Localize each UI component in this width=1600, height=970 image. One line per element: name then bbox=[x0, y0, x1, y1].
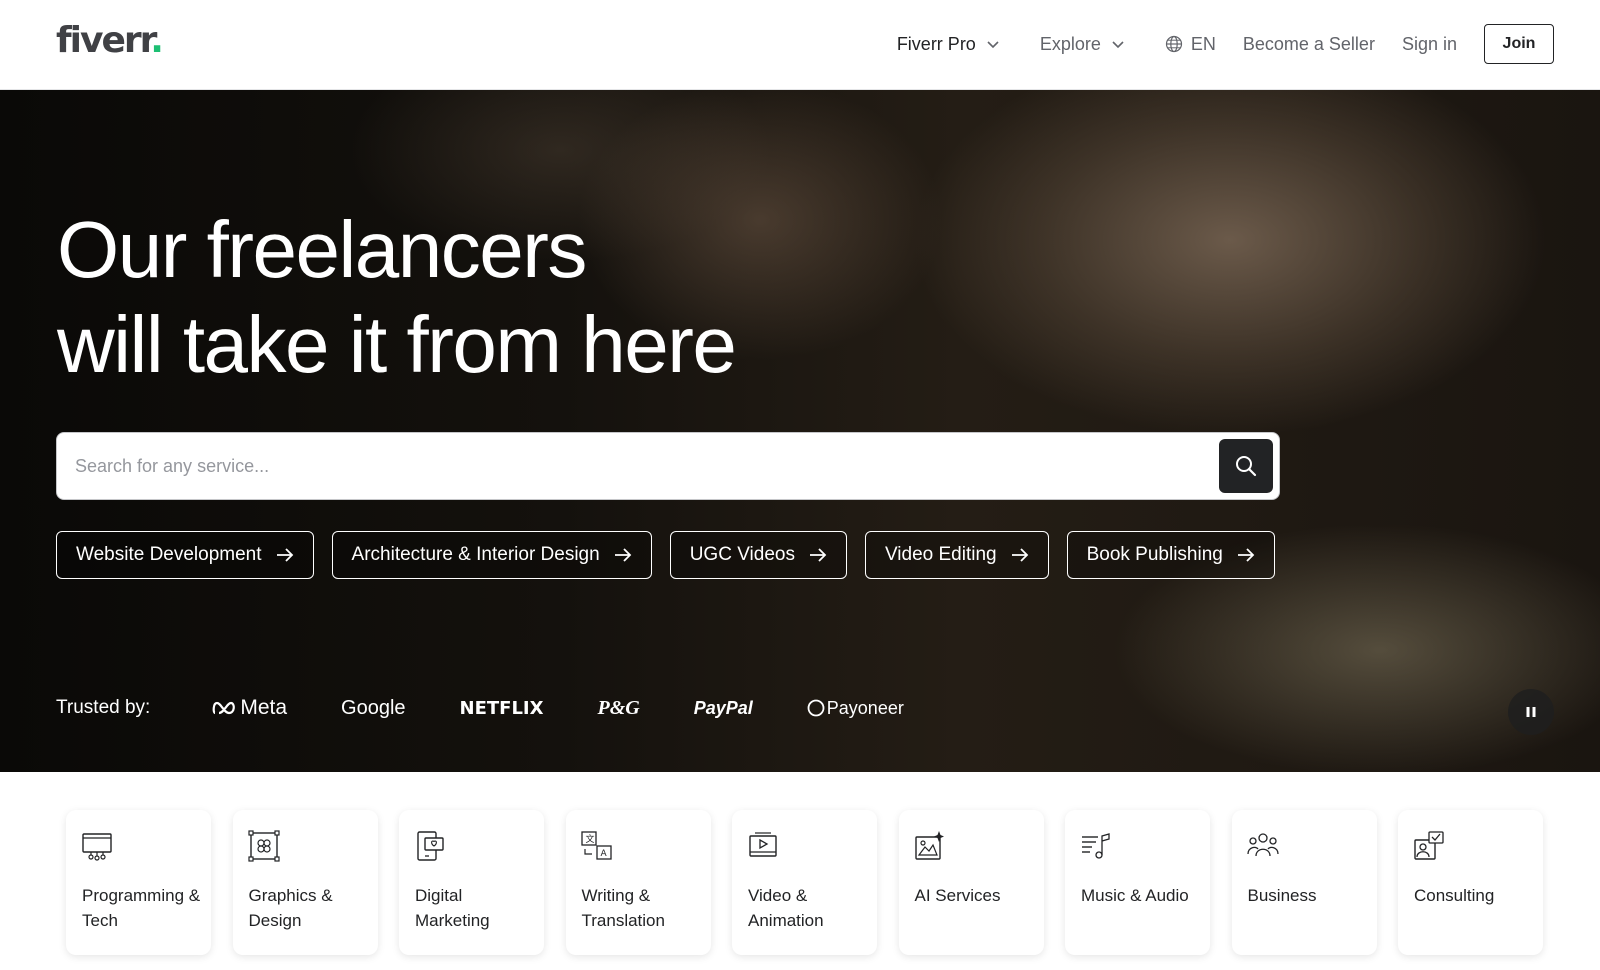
arrow-right-icon bbox=[276, 548, 293, 562]
nav-explore[interactable]: Explore bbox=[1040, 34, 1125, 55]
payoneer-circle-icon bbox=[807, 699, 825, 717]
chip-architecture-interior-design[interactable]: Architecture & Interior Design bbox=[331, 531, 652, 579]
hero-section: Our freelancers will take it from here W… bbox=[0, 90, 1600, 772]
hero-title-line2: will take it from here bbox=[57, 300, 737, 389]
popular-chips: Website Development Architecture & Inter… bbox=[56, 531, 1293, 579]
nav-language[interactable]: EN bbox=[1165, 34, 1216, 55]
category-card-ai-services[interactable]: AI Services bbox=[898, 810, 1044, 955]
pg-logo: P&G bbox=[597, 696, 640, 719]
netflix-logo: NETFLIX bbox=[459, 697, 544, 719]
search-icon bbox=[1236, 456, 1257, 477]
payoneer-logo-text: Payoneer bbox=[826, 697, 904, 718]
main-nav: Fiverr Pro Explore EN Become a Seller Si… bbox=[870, 24, 1554, 64]
programming-icon bbox=[82, 833, 112, 861]
google-logo: Google bbox=[341, 696, 406, 719]
paypal-logo: PayPal bbox=[693, 697, 753, 718]
category-card-graphics-design[interactable]: Graphics & Design bbox=[232, 810, 378, 955]
pause-icon bbox=[1526, 707, 1536, 717]
category-card-video-animation[interactable]: Video & Animation bbox=[732, 810, 877, 955]
chip-label: Video Editing bbox=[884, 544, 997, 565]
category-label: Digital Marketing bbox=[415, 886, 490, 930]
join-button[interactable]: Join bbox=[1484, 24, 1554, 64]
category-card-consulting[interactable]: Consulting bbox=[1398, 810, 1543, 955]
category-label: Business bbox=[1247, 886, 1317, 905]
nav-language-label: EN bbox=[1190, 33, 1216, 54]
arrow-right-icon bbox=[1237, 548, 1255, 562]
chip-label: Book Publishing bbox=[1086, 544, 1223, 565]
ai-icon bbox=[914, 831, 944, 860]
logo-text: fiverr bbox=[56, 20, 152, 61]
video-icon bbox=[749, 832, 777, 857]
category-label: Programming & Tech bbox=[82, 886, 201, 930]
category-label: Consulting bbox=[1414, 886, 1495, 905]
business-icon bbox=[1246, 833, 1279, 857]
search-bar bbox=[56, 432, 1280, 500]
category-card-programming-tech[interactable]: Programming & Tech bbox=[66, 810, 211, 955]
hero-title-line1: Our freelancers bbox=[57, 205, 587, 294]
nav-explore-label: Explore bbox=[1039, 33, 1101, 54]
chip-label: Architecture & Interior Design bbox=[351, 544, 600, 565]
trusted-by-row: Trusted by: Meta Google NETFLIX P&G PayP… bbox=[56, 696, 958, 720]
nav-fiverr-pro-label: Fiverr Pro bbox=[896, 33, 976, 54]
nav-sign-in[interactable]: Sign in bbox=[1402, 34, 1457, 55]
marketing-icon bbox=[417, 831, 444, 861]
logo-dot: . bbox=[150, 20, 164, 61]
nav-become-seller-label: Become a Seller bbox=[1242, 33, 1375, 54]
category-card-writing-translation[interactable]: 文A Writing & Translation bbox=[565, 810, 711, 955]
chip-video-editing[interactable]: Video Editing bbox=[864, 531, 1049, 579]
chip-ugc-videos[interactable]: UGC Videos bbox=[669, 531, 847, 579]
consulting-icon bbox=[1414, 831, 1444, 860]
pause-video-button[interactable] bbox=[1508, 689, 1554, 735]
category-card-business[interactable]: Business bbox=[1231, 810, 1377, 955]
category-label: Music & Audio bbox=[1081, 886, 1189, 905]
chip-label: UGC Videos bbox=[689, 544, 795, 565]
graphics-icon bbox=[247, 830, 280, 862]
meta-logo-text: Meta bbox=[240, 696, 288, 719]
category-card-digital-marketing[interactable]: Digital Marketing bbox=[399, 810, 544, 955]
arrow-right-icon bbox=[1011, 548, 1028, 562]
category-label: Video & Animation bbox=[748, 886, 824, 930]
hero-title: Our freelancers will take it from here bbox=[57, 202, 737, 392]
meta-logo: Meta bbox=[212, 696, 287, 720]
payoneer-logo: Payoneer bbox=[807, 698, 904, 719]
nav-sign-in-label: Sign in bbox=[1401, 33, 1457, 54]
trusted-by-label: Trusted by: bbox=[56, 697, 151, 718]
chevron-down-icon bbox=[987, 41, 999, 49]
globe-icon bbox=[1165, 35, 1182, 53]
search-button[interactable] bbox=[1219, 439, 1273, 493]
translation-icon: 文A bbox=[580, 831, 612, 860]
arrow-right-icon bbox=[809, 548, 827, 562]
category-label: Writing & Translation bbox=[581, 886, 665, 930]
category-card-music-audio[interactable]: Music & Audio bbox=[1065, 810, 1210, 955]
svg-text:文: 文 bbox=[585, 833, 594, 845]
category-label: Graphics & Design bbox=[248, 886, 333, 930]
chip-label: Website Development bbox=[76, 544, 262, 565]
meta-infinity-icon bbox=[212, 701, 236, 715]
category-cards: Programming & Tech Graphics & Design Dig… bbox=[66, 810, 1565, 955]
chip-book-publishing[interactable]: Book Publishing bbox=[1066, 531, 1275, 579]
chevron-down-icon bbox=[1112, 41, 1124, 49]
fiverr-logo[interactable]: fiverr. bbox=[56, 20, 164, 61]
svg-text:A: A bbox=[600, 849, 607, 859]
top-header: fiverr. Fiverr Pro Explore EN Become a S… bbox=[0, 0, 1600, 90]
music-icon bbox=[1082, 833, 1110, 859]
nav-become-seller[interactable]: Become a Seller bbox=[1243, 34, 1375, 55]
arrow-right-icon bbox=[614, 548, 631, 562]
nav-fiverr-pro[interactable]: Fiverr Pro bbox=[897, 34, 1000, 55]
chip-website-development[interactable]: Website Development bbox=[56, 531, 314, 579]
category-label: AI Services bbox=[914, 886, 1001, 905]
search-input[interactable] bbox=[75, 433, 1175, 499]
